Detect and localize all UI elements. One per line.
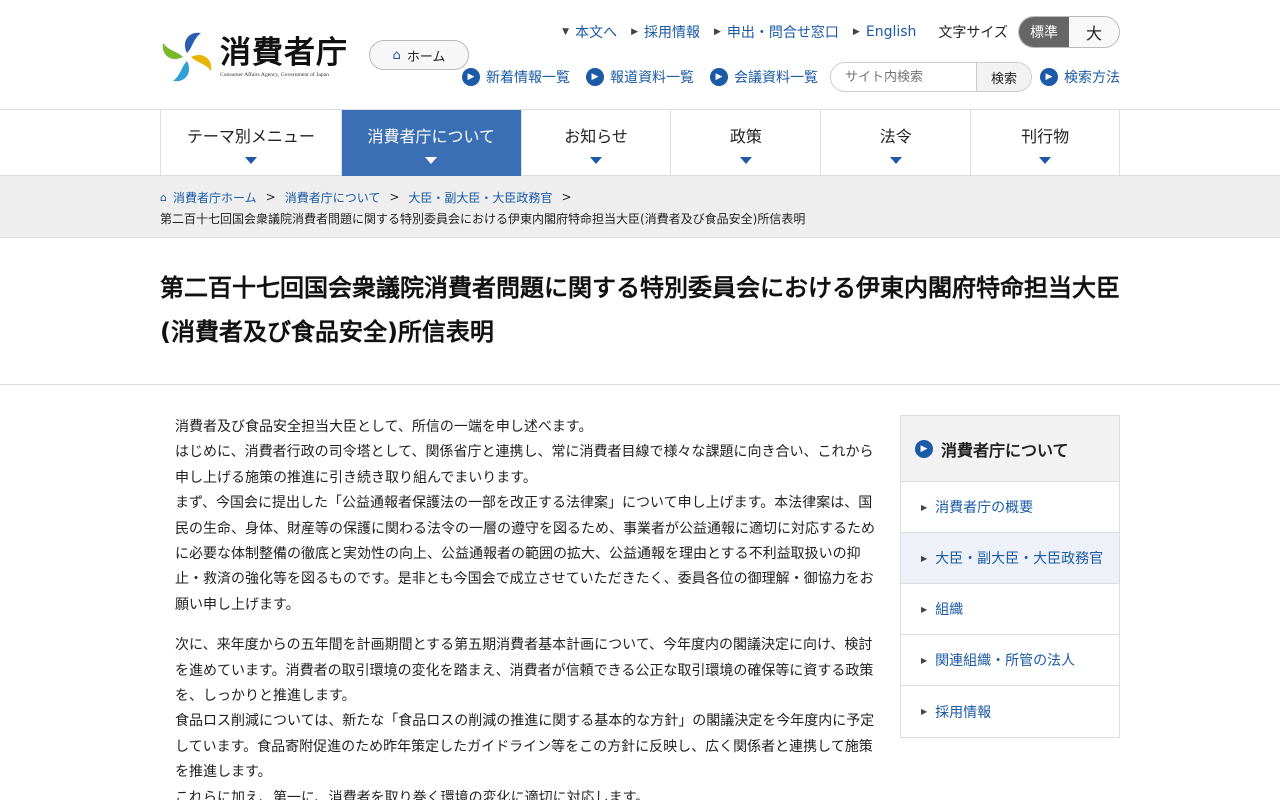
article-paragraph: 食品ロス削減については、新たな「食品ロスの削減の推進に関する基本的な方針」の閣議… — [175, 713, 875, 781]
link-news-list[interactable]: ▶ 新着情報一覧 — [462, 67, 570, 87]
article-paragraph: はじめに、消費者行政の司令塔として、関係省庁と連携し、常に消費者目線で様々な課題… — [175, 444, 874, 486]
logo-title: 消費者庁 — [220, 35, 348, 71]
nav-about[interactable]: 消費者庁について — [341, 110, 522, 176]
link-label: 申出・問合せ窓口 — [726, 25, 839, 41]
font-size-standard-button[interactable]: 標準 — [1019, 17, 1069, 47]
search-input[interactable] — [831, 63, 976, 91]
title-area: 第二百十七回国会衆議院消費者問題に関する特別委員会における伊東内閣府特命担当大臣… — [0, 238, 1280, 385]
breadcrumb-about[interactable]: 消費者庁について — [285, 189, 381, 206]
arrow-circle-icon: ▶ — [1040, 68, 1058, 86]
chevron-right-icon: ▶ — [714, 27, 721, 37]
caret-down-icon — [425, 156, 438, 164]
chevron-right-icon: ▶ — [852, 27, 860, 37]
global-nav: テーマ別メニュー 消費者庁について お知らせ 政策 法令 刊行物 — [0, 110, 1280, 176]
nav-label: 法令 — [879, 126, 912, 146]
article-body: 消費者及び食品安全担当大臣として、所信の一端を申し述べます。 はじめに、消費者行… — [175, 415, 875, 800]
sidebar-item-label: 大臣・副大臣・大臣政務官 — [935, 551, 1104, 567]
nav-policy[interactable]: 政策 — [671, 110, 822, 176]
nav-label: 消費者庁について — [367, 126, 495, 146]
article-paragraph: 次に、来年度からの五年間を計画期間とする第五期消費者基本計画について、今年度内の… — [175, 637, 874, 705]
breadcrumb-current: 第二百十七回国会衆議院消費者問題に関する特別委員会における伊東内閣府特命担当大臣… — [160, 212, 806, 226]
sub-links: ▶ 新着情報一覧 ▶ 報道資料一覧 ▶ 会議資料一覧 検索 ▶ 検索方法 — [446, 62, 1120, 92]
nav-publications[interactable]: 刊行物 — [971, 110, 1120, 176]
breadcrumb-separator: > — [389, 190, 400, 204]
sidebar-item-overview[interactable]: ▶ 消費者庁の概要 — [901, 482, 1119, 533]
chevron-down-icon: ▼ — [562, 27, 570, 37]
caret-down-icon — [590, 156, 603, 164]
page-title: 第二百十七回国会衆議院消費者問題に関する特別委員会における伊東内閣府特命担当大臣… — [160, 274, 1120, 346]
font-size-label: 文字サイズ — [938, 25, 1008, 41]
site-search: 検索 — [830, 62, 1032, 92]
sidebar-item-label: 関連組織・所管の法人 — [935, 653, 1076, 669]
caret-down-icon — [889, 156, 902, 164]
chevron-right-icon: ▶ — [921, 502, 928, 512]
site-logo[interactable]: 消費者庁 Consumer Affairs Agency, Government… — [160, 30, 348, 84]
link-press-list[interactable]: ▶ 報道資料一覧 — [586, 67, 694, 87]
nav-label: 政策 — [729, 126, 762, 146]
sidebar-title[interactable]: ▶ 消費者庁について — [901, 416, 1119, 482]
sidebar-item-label: 採用情報 — [935, 704, 992, 721]
caret-down-icon — [244, 156, 257, 164]
home-button-label: ホーム — [406, 49, 446, 65]
link-search-howto[interactable]: ▶ 検索方法 — [1040, 67, 1120, 87]
link-label: 報道資料一覧 — [610, 70, 694, 86]
sidebar-menu: ▶ 消費者庁について ▶ 消費者庁の概要 ▶ 大臣・副大臣・大臣政務官 ▶ 組織 ▶ 関… — [900, 415, 1120, 738]
arrow-circle-icon: ▶ — [710, 68, 728, 86]
link-label: 検索方法 — [1064, 70, 1120, 86]
home-icon: ⌂ — [392, 47, 401, 63]
sidebar-item-label: 組織 — [935, 602, 964, 618]
chevron-right-icon: ▶ — [921, 655, 928, 665]
sidebar-item-organization[interactable]: ▶ 組織 — [901, 584, 1119, 635]
article-paragraph: これらに加え、第一に、消費者を取り巻く環境の変化に適切に対応します。 — [175, 789, 650, 800]
link-label: 採用情報 — [644, 25, 700, 41]
font-size-large-button[interactable]: 大 — [1069, 17, 1119, 47]
nav-label: 刊行物 — [1021, 126, 1070, 146]
arrow-circle-icon: ▶ — [586, 68, 604, 86]
nav-news[interactable]: お知らせ — [522, 110, 672, 176]
article-paragraph: まず、今国会に提出した「公益通報者保護法の一部を改正する法律案」について申し上げ… — [175, 495, 875, 613]
chevron-right-icon: ▶ — [921, 604, 928, 614]
nav-label: お知らせ — [564, 126, 628, 146]
breadcrumb-ministers[interactable]: 大臣・副大臣・大臣政務官 — [408, 189, 552, 206]
sidebar-title-label: 消費者庁について — [941, 440, 1069, 460]
link-meeting-list[interactable]: ▶ 会議資料一覧 — [710, 67, 818, 87]
nav-laws[interactable]: 法令 — [821, 110, 972, 176]
sidebar-item-label: 消費者庁の概要 — [935, 500, 1034, 516]
sidebar-item-recruit[interactable]: ▶ 採用情報 — [901, 686, 1119, 737]
chevron-right-icon: ▶ — [631, 27, 638, 37]
caret-down-icon — [1039, 156, 1052, 164]
breadcrumb-separator: > — [561, 190, 572, 204]
link-english[interactable]: ▶ English — [853, 24, 916, 40]
caret-down-icon — [739, 156, 752, 164]
link-label: 本文へ — [575, 25, 618, 41]
link-skip-to-content[interactable]: ▼ 本文へ — [562, 22, 617, 42]
breadcrumb-separator: > — [265, 190, 276, 204]
sidebar-item-related[interactable]: ▶ 関連組織・所管の法人 — [901, 635, 1119, 686]
link-recruit[interactable]: ▶ 採用情報 — [631, 22, 700, 42]
nav-label: テーマ別メニュー — [186, 126, 315, 146]
top-links: ▼ 本文へ ▶ 採用情報 ▶ 申出・問合せ窓口 ▶ English 文字サイズ 標準 大 — [548, 16, 1120, 48]
logo-subtitle: Consumer Affairs Agency, Government of J… — [220, 72, 329, 78]
chevron-right-icon: ▶ — [921, 707, 928, 716]
nav-theme-menu[interactable]: テーマ別メニュー — [161, 110, 342, 176]
font-size-toggle: 標準 大 — [1018, 16, 1120, 48]
link-contact[interactable]: ▶ 申出・問合せ窓口 — [714, 22, 839, 42]
arrow-circle-icon: ▶ — [462, 68, 480, 86]
search-button[interactable]: 検索 — [976, 63, 1031, 91]
link-label: 新着情報一覧 — [486, 70, 570, 86]
home-icon: ⌂ — [160, 190, 167, 204]
link-label: 会議資料一覧 — [734, 70, 818, 86]
link-label: English — [865, 24, 917, 40]
arrow-circle-icon: ▶ — [915, 439, 933, 458]
breadcrumb-home[interactable]: 消費者庁ホーム — [173, 189, 257, 206]
sidebar-item-ministers[interactable]: ▶ 大臣・副大臣・大臣政務官 — [901, 533, 1119, 584]
logo-mark-icon — [160, 30, 214, 84]
chevron-right-icon: ▶ — [921, 553, 928, 563]
article-paragraph: 消費者及び食品安全担当大臣として、所信の一端を申し述べます。 — [175, 419, 593, 435]
breadcrumb: ⌂ 消費者庁ホーム > 消費者庁について > 大臣・副大臣・大臣政務官 > 第二… — [0, 176, 1280, 238]
